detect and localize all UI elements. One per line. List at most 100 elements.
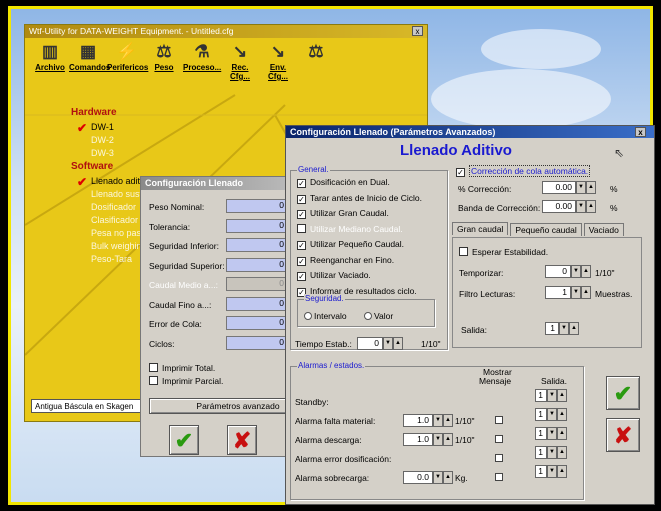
spin-up-icon[interactable]: ▲ <box>393 337 403 350</box>
spin-up-icon[interactable]: ▲ <box>557 465 567 478</box>
general-option[interactable]: Utilizar Mediano Caudal. <box>297 223 403 234</box>
dropdown-arrow-icon[interactable]: ▼ <box>547 408 557 421</box>
general-option[interactable]: ✓ Utilizar Gran Caudal. <box>297 208 389 219</box>
general-option-checkbox[interactable]: ✓ <box>297 210 306 219</box>
banda-correction-stepper[interactable]: 0.00 ▼ ▲ <box>542 200 596 213</box>
alarm-output-value[interactable]: 1 <box>535 465 547 478</box>
alarm-output-stepper[interactable]: 1 ▼ ▲ <box>535 446 567 459</box>
spin-up-icon[interactable]: ▲ <box>586 200 596 213</box>
print-partial-option[interactable]: Imprimir Parcial. <box>149 376 223 386</box>
spin-up-icon[interactable]: ▲ <box>581 286 591 299</box>
auto-correction-option[interactable]: ✓ Corrección de cola automática. <box>456 165 591 177</box>
alarm-value[interactable]: 1.0 <box>403 433 433 446</box>
radio-valor[interactable]: Valor <box>364 311 393 321</box>
alarm-output-value[interactable]: 1 <box>535 408 547 421</box>
dropdown-arrow-icon[interactable]: ▼ <box>576 200 586 213</box>
spin-up-icon[interactable]: ▲ <box>557 408 567 421</box>
alarm-value-stepper[interactable]: 0.0 ▼ ▲ <box>403 471 453 484</box>
print-total-checkbox[interactable] <box>149 363 158 372</box>
alarm-value-stepper[interactable]: 1.0 ▼ ▲ <box>403 433 453 446</box>
spin-up-icon[interactable]: ▲ <box>581 265 591 278</box>
pct-correction-stepper[interactable]: 0.00 ▼ ▲ <box>542 181 596 194</box>
dropdown-arrow-icon[interactable]: ▼ <box>433 471 443 484</box>
show-message-checkbox[interactable] <box>495 435 503 443</box>
alarm-output-stepper[interactable]: 1 ▼ ▲ <box>535 408 567 421</box>
alarm-output-stepper[interactable]: 1 ▼ ▲ <box>535 389 567 402</box>
config-titlebar[interactable]: Configuración Llenado <box>141 177 285 190</box>
spin-up-icon[interactable]: ▲ <box>557 427 567 440</box>
filtro-value[interactable]: 1 <box>545 286 571 299</box>
cancel-button[interactable]: ✘ <box>227 425 257 455</box>
alarm-value[interactable]: 0.0 <box>403 471 433 484</box>
advanced-params-button[interactable]: Parámetros avanzado <box>149 398 287 414</box>
spin-up-icon[interactable]: ▲ <box>557 389 567 402</box>
general-option[interactable]: ✓ Reenganchar en Fino. <box>297 255 394 266</box>
tree-item[interactable]: DW-2 <box>91 135 160 148</box>
show-message-checkbox[interactable] <box>495 454 503 462</box>
dropdown-arrow-icon[interactable]: ▼ <box>433 414 443 427</box>
dropdown-arrow-icon[interactable]: ▼ <box>547 427 557 440</box>
ok-button[interactable]: ✔ <box>169 425 199 455</box>
spin-up-icon[interactable]: ▲ <box>443 414 453 427</box>
auto-correction-checkbox[interactable]: ✓ <box>456 168 465 177</box>
dropdown-arrow-icon[interactable]: ▼ <box>547 465 557 478</box>
advanced-ok-button[interactable]: ✔ <box>606 376 640 410</box>
show-message-checkbox[interactable] <box>495 416 503 424</box>
alarm-output-stepper[interactable]: 1 ▼ ▲ <box>535 427 567 440</box>
config-field-input[interactable]: 0 <box>226 277 287 291</box>
dropdown-arrow-icon[interactable]: ▼ <box>576 181 586 194</box>
radio-intervalo[interactable]: Intervalo <box>304 311 347 321</box>
config-field-input[interactable]: 0 <box>226 316 287 330</box>
dropdown-arrow-icon[interactable]: ▼ <box>433 433 443 446</box>
config-field-input[interactable]: 0 <box>226 238 287 252</box>
temporizar-stepper[interactable]: 0 ▼ ▲ <box>545 265 591 278</box>
tab-caudal[interactable]: Gran caudal <box>452 222 509 235</box>
spin-up-icon[interactable]: ▲ <box>557 446 567 459</box>
config-field-input[interactable]: 0 <box>226 257 287 272</box>
general-option-checkbox[interactable]: ✓ <box>297 194 306 204</box>
advanced-close-button[interactable]: x <box>635 127 646 137</box>
pct-correction-value[interactable]: 0.00 <box>542 181 576 194</box>
print-partial-checkbox[interactable] <box>149 376 158 385</box>
salida-value[interactable]: 1 <box>545 322 559 335</box>
tiempo-estab-stepper[interactable]: 0 ▼ ▲ <box>357 337 403 350</box>
tree-software-label[interactable]: Software <box>71 161 160 176</box>
radio-valor-button[interactable] <box>364 312 372 320</box>
general-option-checkbox[interactable] <box>297 223 306 233</box>
main-titlebar[interactable]: Wtf-Utility for DATA-WEIGHT Equipment. -… <box>25 25 427 38</box>
spin-up-icon[interactable]: ▲ <box>569 322 579 335</box>
dropdown-arrow-icon[interactable]: ▼ <box>547 446 557 459</box>
alarm-output-value[interactable]: 1 <box>535 446 547 459</box>
salida-stepper[interactable]: 1 ▼ ▲ <box>545 322 579 335</box>
general-option[interactable]: ✓ Utilizar Pequeño Caudal. <box>297 239 404 250</box>
advanced-titlebar[interactable]: Configuración Llenado (Parámetros Avanza… <box>286 126 654 138</box>
config-field-input[interactable]: 0 <box>226 296 287 311</box>
esperar-option[interactable]: Esperar Estabilidad. <box>459 247 548 257</box>
general-option-checkbox[interactable]: ✓ <box>297 179 306 188</box>
general-option[interactable]: ✓ Tarar antes de Inicio de Ciclo. <box>297 193 422 204</box>
temporizar-value[interactable]: 0 <box>545 265 571 278</box>
tab-caudal[interactable]: Pequeño caudal <box>510 223 582 236</box>
config-field-input[interactable]: 0 <box>226 335 287 350</box>
spin-up-icon[interactable]: ▲ <box>586 181 596 194</box>
general-option-checkbox[interactable]: ✓ <box>297 256 306 266</box>
config-field-input[interactable]: 0 <box>226 199 287 213</box>
tree-hardware-label[interactable]: Hardware <box>71 107 160 122</box>
banda-correction-value[interactable]: 0.00 <box>542 200 576 213</box>
spin-up-icon[interactable]: ▲ <box>443 471 453 484</box>
spin-up-icon[interactable]: ▲ <box>443 433 453 446</box>
dropdown-arrow-icon[interactable]: ▼ <box>547 389 557 402</box>
radio-intervalo-button[interactable] <box>304 312 312 320</box>
esperar-checkbox[interactable] <box>459 247 468 256</box>
general-option[interactable]: ✓ Dosificación en Dual. <box>297 177 390 188</box>
tiempo-estab-value[interactable]: 0 <box>357 337 383 350</box>
tree-item[interactable]: ✔ DW-1 <box>77 121 160 135</box>
print-total-option[interactable]: Imprimir Total. <box>149 363 215 373</box>
tree-item[interactable]: DW-3 <box>91 148 160 161</box>
config-field-input[interactable]: 0 <box>226 218 287 233</box>
alarm-value-stepper[interactable]: 1.0 ▼ ▲ <box>403 414 453 427</box>
general-option[interactable]: ✓ Utilizar Vaciado. <box>297 270 371 281</box>
dropdown-arrow-icon[interactable]: ▼ <box>571 265 581 278</box>
dropdown-arrow-icon[interactable]: ▼ <box>571 286 581 299</box>
close-button[interactable]: x <box>412 26 423 36</box>
